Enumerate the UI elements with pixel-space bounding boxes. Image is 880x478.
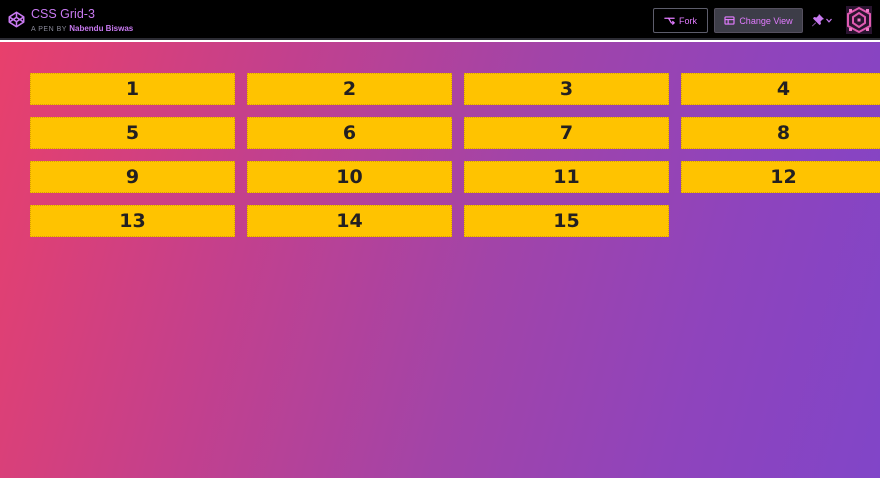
codepen-logo-icon[interactable] — [8, 11, 25, 28]
grid-item: 8 — [681, 117, 880, 149]
grid-item: 4 — [681, 73, 880, 105]
pen-byline: A PEN BY Nabendu Biswas — [31, 24, 133, 33]
grid-item: 3 — [464, 73, 669, 105]
preview-area: 1 2 3 4 5 6 7 8 9 10 11 12 13 14 15 — [0, 42, 880, 478]
grid-item: 11 — [464, 161, 669, 193]
chevron-down-icon — [826, 18, 832, 23]
pin-icon — [812, 14, 824, 27]
layout-icon — [724, 16, 735, 25]
grid-item: 6 — [247, 117, 452, 149]
grid-item: 15 — [464, 205, 669, 237]
fork-icon — [664, 17, 675, 25]
grid-item: 10 — [247, 161, 452, 193]
pen-header: CSS Grid-3 A PEN BY Nabendu Biswas Fork … — [0, 0, 880, 40]
grid-item: 1 — [30, 73, 235, 105]
grid-item: 12 — [681, 161, 880, 193]
change-view-label: Change View — [739, 15, 793, 26]
change-view-button[interactable]: Change View — [714, 8, 803, 33]
pin-button[interactable] — [811, 11, 833, 29]
fork-button[interactable]: Fork — [653, 8, 708, 33]
grid-item: 14 — [247, 205, 452, 237]
grid-container: 1 2 3 4 5 6 7 8 9 10 11 12 13 14 15 — [30, 73, 880, 237]
grid-item: 2 — [247, 73, 452, 105]
fork-label: Fork — [679, 15, 697, 26]
avatar-pattern-icon — [846, 6, 872, 34]
pen-title[interactable]: CSS Grid-3 — [31, 7, 95, 21]
grid-item: 5 — [30, 117, 235, 149]
user-avatar[interactable] — [846, 6, 872, 34]
grid-item: 13 — [30, 205, 235, 237]
grid-item: 9 — [30, 161, 235, 193]
author-link[interactable]: Nabendu Biswas — [69, 24, 133, 33]
grid-item: 7 — [464, 117, 669, 149]
byline-prefix: A PEN BY — [31, 26, 67, 33]
